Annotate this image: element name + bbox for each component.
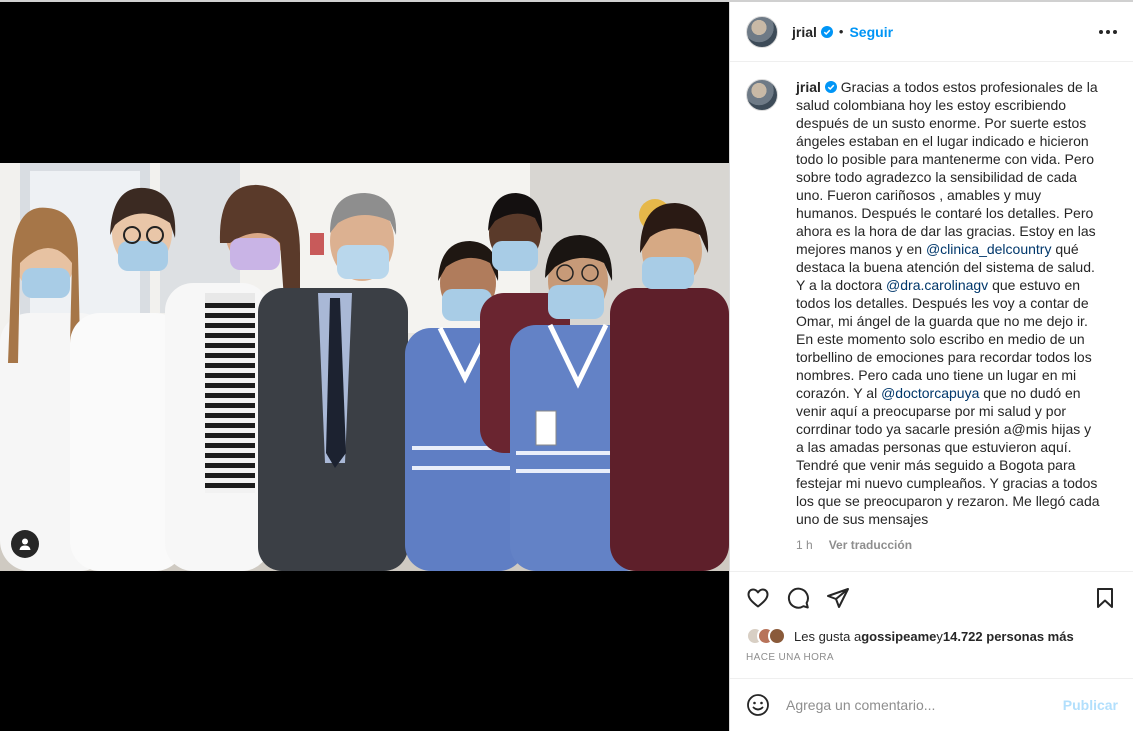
post-photo-illustration (0, 163, 729, 571)
caption-username[interactable]: jrial (796, 79, 821, 95)
mention-link[interactable]: @clinica_delcountry (926, 241, 1052, 257)
comment-input[interactable] (786, 697, 1063, 713)
author-username[interactable]: jrial (792, 24, 817, 40)
likes-others-link[interactable]: 14.722 personas más (943, 629, 1074, 644)
post-header: jrial • Seguir (730, 2, 1133, 62)
likes-summary: Les gusta a gossipeame y 14.722 personas… (730, 624, 1133, 648)
post-actions (730, 572, 1133, 624)
caption-text-part: Gracias a todos estos profesionales de l… (796, 79, 1098, 257)
tagged-users-button[interactable] (11, 530, 39, 558)
post-media (0, 2, 729, 731)
caption-text-part: que no dudó en venir aquí a preocuparse … (796, 385, 1100, 527)
author-avatar[interactable] (746, 15, 778, 48)
likes-prefix: Les gusta a (794, 628, 862, 644)
comment-icon[interactable] (786, 586, 810, 610)
post-details-panel: jrial • Seguir jrial Gracias a todos est… (729, 2, 1133, 731)
caption-body: jrial Gracias a todos estos profesionale… (796, 78, 1101, 571)
comment-bar: Publicar (730, 678, 1133, 731)
caption-text-part: que estuvo en todos los detalles. Despué… (796, 277, 1092, 401)
liker-avatars (746, 627, 786, 645)
post-timestamp: HACE UNA HORA (746, 652, 834, 663)
caption-meta: 1 h Ver traducción (796, 538, 1101, 552)
follow-button[interactable]: Seguir (849, 24, 893, 40)
heart-icon[interactable] (746, 586, 770, 610)
verified-badge-icon (820, 25, 833, 38)
caption-avatar[interactable] (746, 79, 778, 111)
publish-button[interactable]: Publicar (1063, 697, 1118, 713)
caption-text: jrial Gracias a todos estos profesionale… (796, 78, 1101, 528)
post-photo[interactable] (0, 163, 729, 571)
share-icon[interactable] (826, 586, 850, 610)
caption-time: 1 h (796, 538, 813, 552)
liker-username[interactable]: gossipeame (861, 629, 936, 644)
mention-link[interactable]: @doctorcapuya (881, 385, 979, 401)
caption-area: jrial Gracias a todos estos profesionale… (730, 62, 1133, 572)
more-options-icon[interactable] (1099, 20, 1117, 44)
emoji-icon[interactable] (746, 693, 770, 717)
liker-avatar (768, 627, 786, 645)
bookmark-icon[interactable] (1093, 586, 1117, 610)
verified-badge-icon (824, 81, 837, 93)
see-translation-button[interactable]: Ver traducción (829, 538, 912, 552)
mention-link[interactable]: @dra.carolinagv (886, 277, 988, 293)
tag-user-icon (19, 538, 31, 550)
separator-dot: • (838, 24, 844, 39)
